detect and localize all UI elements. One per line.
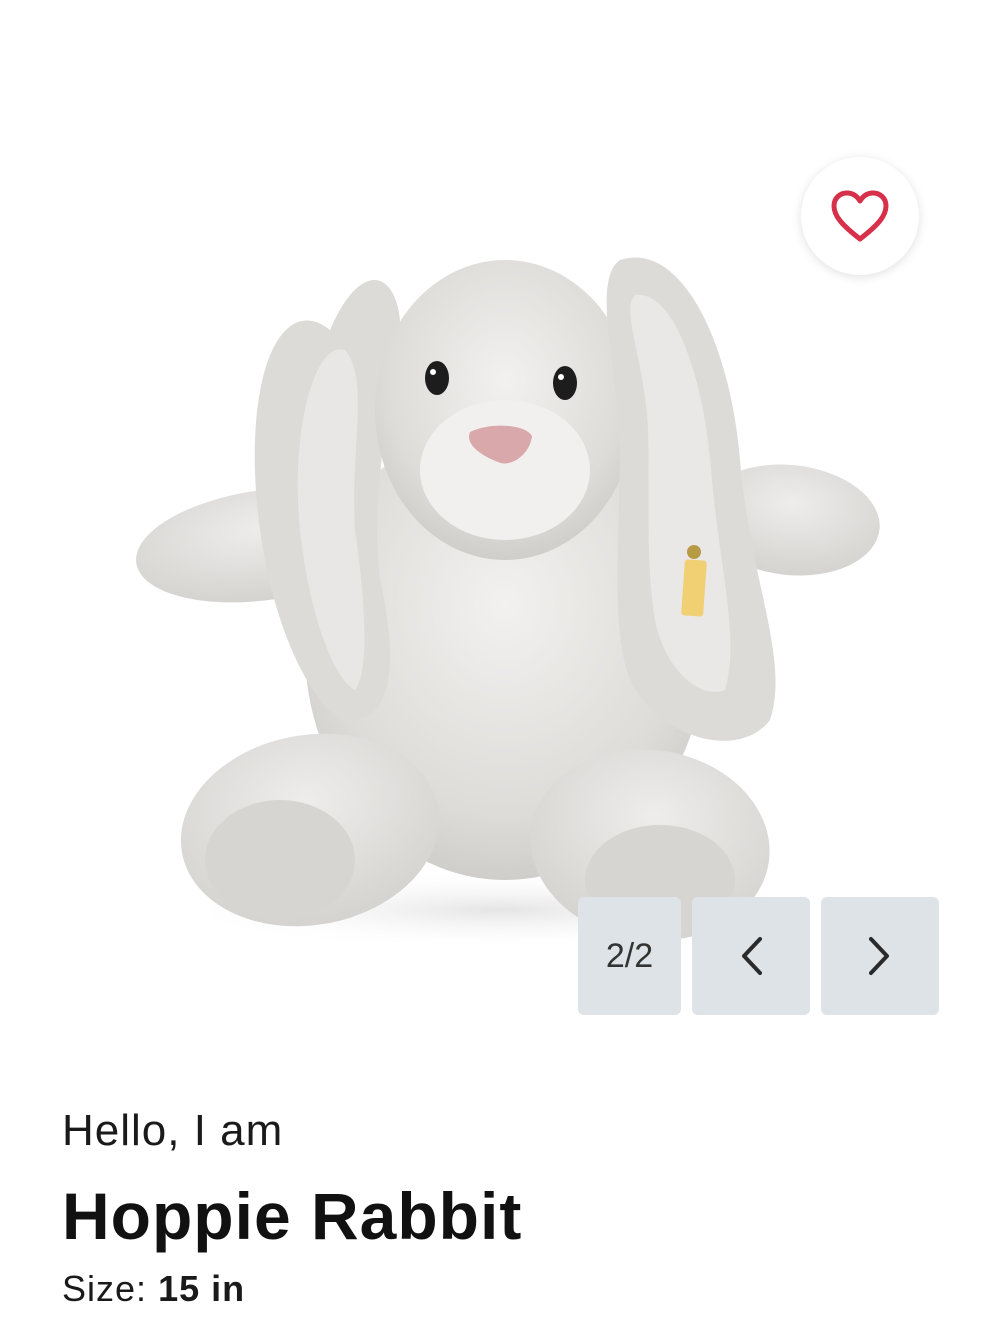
product-gallery: 2/2 xyxy=(0,0,1000,1040)
previous-image-button[interactable] xyxy=(692,897,810,1015)
product-image xyxy=(136,257,880,950)
chevron-right-icon xyxy=(869,937,889,975)
chevron-left-icon xyxy=(742,937,762,975)
size-value: 15 in xyxy=(158,1268,246,1309)
product-title: Hoppie Rabbit xyxy=(62,1179,523,1253)
image-counter: 2/2 xyxy=(578,897,681,1015)
product-size: Size: 15 in xyxy=(62,1268,245,1310)
next-image-button[interactable] xyxy=(821,897,939,1015)
favorite-button[interactable] xyxy=(801,157,919,275)
heart-outline-icon xyxy=(831,190,889,242)
size-label: Size: xyxy=(62,1268,148,1309)
product-greeting: Hello, I am xyxy=(62,1106,284,1155)
